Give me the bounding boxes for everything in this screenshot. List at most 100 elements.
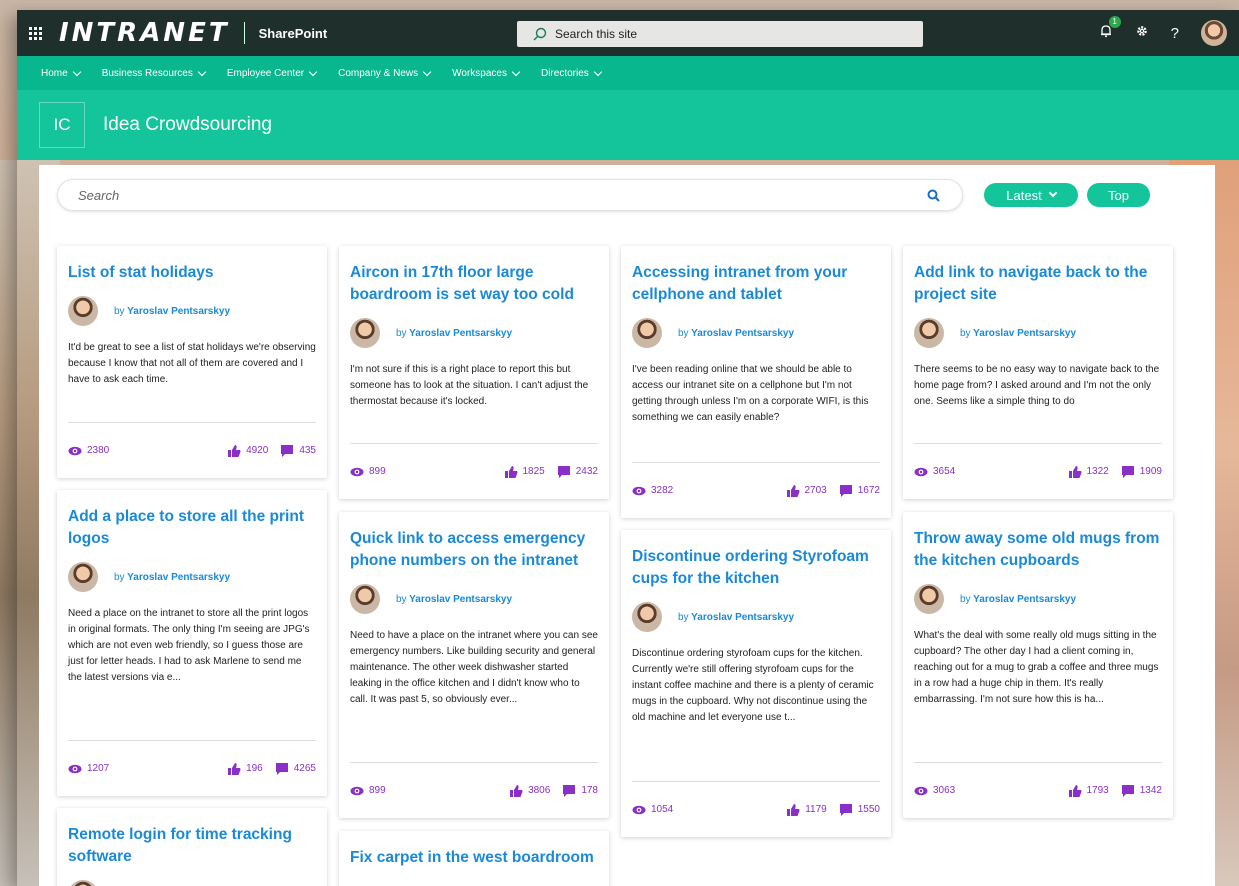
settings-button[interactable]: [1135, 24, 1149, 43]
like-button[interactable]: 4920: [227, 444, 268, 458]
nav-item-company-news[interactable]: Company & News: [338, 67, 432, 79]
idea-title[interactable]: Accessing intranet from your cellphone a…: [632, 262, 880, 306]
idea-card[interactable]: Throw away some old mugs from the kitche…: [903, 512, 1173, 818]
site-header: IC Idea Crowdsourcing: [17, 90, 1239, 160]
idea-card[interactable]: List of stat holidays by Yaroslav Pentsa…: [57, 246, 327, 478]
nav-item-directories[interactable]: Directories: [541, 67, 603, 79]
product-name[interactable]: SharePoint: [259, 26, 328, 41]
comments-button[interactable]: 1550: [839, 803, 880, 817]
thumbs-up-icon: [1068, 465, 1081, 478]
like-button[interactable]: 1179: [786, 803, 827, 817]
nav-item-label: Employee Center: [226, 67, 305, 79]
thumbs-up-icon: [787, 803, 800, 816]
sort-top-button[interactable]: Top: [1087, 183, 1150, 207]
search-icon[interactable]: [927, 189, 940, 202]
author-row: [68, 880, 316, 886]
author-name[interactable]: by Yaroslav Pentsarskyy: [114, 306, 230, 317]
like-button[interactable]: 196: [227, 762, 263, 776]
eye-icon: [350, 786, 364, 795]
site-logo[interactable]: IC: [39, 102, 85, 148]
idea-card[interactable]: Aircon in 17th floor large boardroom is …: [339, 246, 609, 499]
views-count: 1207: [68, 763, 227, 774]
idea-title[interactable]: List of stat holidays: [68, 262, 316, 284]
author-name[interactable]: by Yaroslav Pentsarskyy: [396, 328, 512, 339]
idea-card[interactable]: Add a place to store all the print logos…: [57, 490, 327, 796]
suite-bar: INTRANET SharePoint Search this site 1 ?: [17, 10, 1239, 56]
comments-button[interactable]: 435: [280, 444, 316, 458]
author-avatar: [68, 562, 98, 592]
like-button[interactable]: 1825: [504, 465, 545, 479]
comment-icon: [281, 444, 294, 457]
eye-icon: [632, 486, 646, 495]
brand-divider: [243, 22, 245, 44]
comment-icon: [839, 484, 852, 497]
idea-title[interactable]: Throw away some old mugs from the kitche…: [914, 528, 1162, 572]
idea-card[interactable]: Discontinue ordering Styrofoam cups for …: [621, 530, 891, 837]
thumbs-up-icon: [228, 762, 241, 775]
idea-card[interactable]: Fix carpet in the west boardroom: [339, 831, 609, 886]
author-name[interactable]: by Yaroslav Pentsarskyy: [960, 594, 1076, 605]
idea-title[interactable]: Add link to navigate back to the project…: [914, 262, 1162, 306]
nav-item-label: Company & News: [338, 67, 419, 79]
eye-icon: [68, 764, 82, 773]
nav-item-label: Workspaces: [452, 67, 507, 79]
like-button[interactable]: 2703: [786, 484, 827, 498]
notifications-button[interactable]: 1: [1099, 15, 1121, 43]
idea-title[interactable]: Fix carpet in the west boardroom: [350, 847, 598, 869]
author-name[interactable]: by Yaroslav Pentsarskyy: [396, 594, 512, 605]
comments-button[interactable]: 4265: [275, 762, 316, 776]
chevron-down-icon: [308, 67, 318, 76]
author-avatar: [914, 318, 944, 348]
author-name[interactable]: by Yaroslav Pentsarskyy: [960, 328, 1076, 339]
comments-button[interactable]: 1909: [1121, 465, 1162, 479]
sort-top-label: Top: [1108, 187, 1129, 203]
user-avatar[interactable]: [1201, 20, 1227, 46]
idea-excerpt: There seems to be no easy way to navigat…: [914, 364, 1160, 407]
help-button[interactable]: ?: [1171, 25, 1179, 42]
idea-board: Search Latest Top List of stat holidays …: [39, 165, 1215, 886]
idea-title[interactable]: Quick link to access emergency phone num…: [350, 528, 598, 572]
idea-search-input[interactable]: Search: [57, 179, 963, 211]
author-name[interactable]: by Yaroslav Pentsarskyy: [678, 328, 794, 339]
comments-button[interactable]: 1342: [1121, 784, 1162, 798]
idea-title[interactable]: Aircon in 17th floor large boardroom is …: [350, 262, 598, 306]
author-name[interactable]: by Yaroslav Pentsarskyy: [114, 572, 230, 583]
app-launcher-button[interactable]: [17, 26, 53, 40]
comments-button[interactable]: 178: [562, 784, 598, 798]
nav-item-home[interactable]: Home: [41, 67, 81, 79]
nav-item-business-resources[interactable]: Business Resources: [101, 67, 207, 79]
idea-title[interactable]: Add a place to store all the print logos: [68, 506, 316, 550]
site-title[interactable]: Idea Crowdsourcing: [103, 114, 272, 136]
thumbs-up-icon: [228, 444, 241, 457]
idea-toolbar: Search Latest Top: [57, 179, 1207, 211]
like-button[interactable]: 1322: [1068, 465, 1109, 479]
nav-item-label: Business Resources: [101, 67, 193, 79]
sort-latest-dropdown[interactable]: Latest: [984, 183, 1078, 207]
comment-icon: [1121, 784, 1134, 797]
comments-button[interactable]: 1672: [839, 484, 880, 498]
author-row: by Yaroslav Pentsarskyy: [914, 584, 1162, 614]
chevron-down-icon: [1048, 188, 1057, 198]
suite-bar-actions: 1 ?: [1099, 10, 1227, 56]
like-button[interactable]: 1793: [1068, 784, 1109, 798]
idea-title[interactable]: Remote login for time tracking software: [68, 824, 316, 868]
idea-title[interactable]: Discontinue ordering Styrofoam cups for …: [632, 546, 880, 590]
site-search-input[interactable]: Search this site: [517, 21, 923, 47]
idea-card[interactable]: Remote login for time tracking software: [57, 808, 327, 886]
author-row: by Yaroslav Pentsarskyy: [350, 584, 598, 614]
like-button[interactable]: 3806: [509, 784, 550, 798]
notification-badge: 1: [1108, 15, 1121, 28]
idea-card[interactable]: Add link to navigate back to the project…: [903, 246, 1173, 499]
views-count: 2380: [68, 445, 227, 456]
idea-card[interactable]: Quick link to access emergency phone num…: [339, 512, 609, 818]
idea-card[interactable]: Accessing intranet from your cellphone a…: [621, 246, 891, 518]
author-name[interactable]: by Yaroslav Pentsarskyy: [678, 612, 794, 623]
comment-icon: [275, 762, 288, 775]
thumbs-up-icon: [510, 784, 523, 797]
chevron-down-icon: [511, 67, 521, 76]
comments-button[interactable]: 2432: [557, 465, 598, 479]
nav-item-employee-center[interactable]: Employee Center: [226, 67, 318, 79]
nav-item-workspaces[interactable]: Workspaces: [452, 67, 521, 79]
author-row: by Yaroslav Pentsarskyy: [68, 562, 316, 592]
brand-logo[interactable]: INTRANET: [53, 18, 230, 48]
